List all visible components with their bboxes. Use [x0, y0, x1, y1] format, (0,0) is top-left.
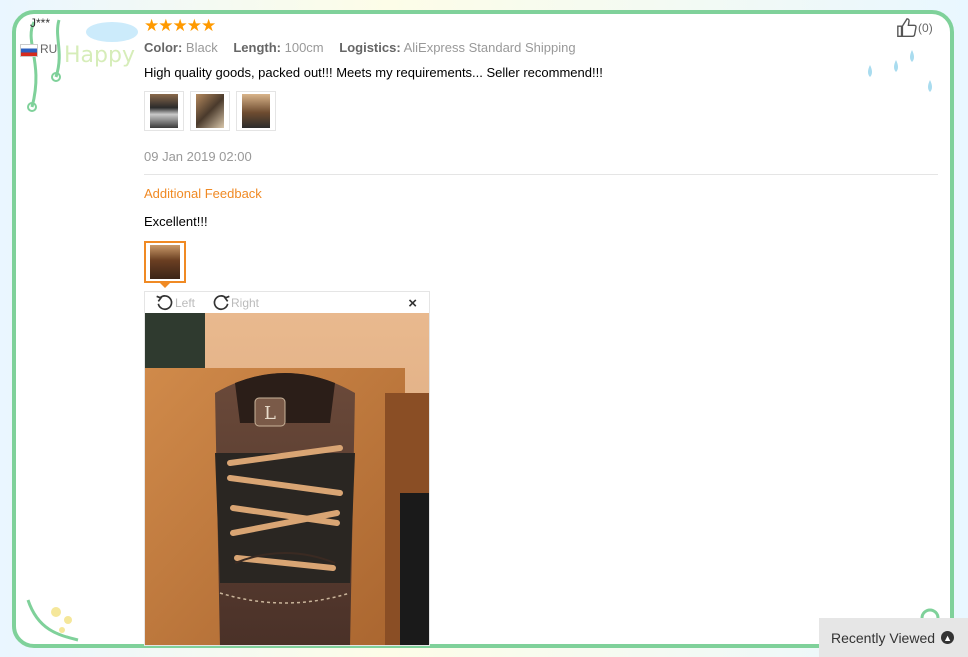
close-viewer-button[interactable]: × [408, 295, 417, 312]
attr-length-label: Length: [233, 40, 281, 55]
recently-viewed-label: Recently Viewed [831, 629, 936, 646]
reviewer-country: RU [40, 42, 58, 56]
recently-viewed-tab[interactable]: Recently Viewed ▲ [819, 618, 968, 657]
attr-color-label: Color: [144, 40, 183, 55]
star-rating: ★★★★★ [144, 16, 216, 35]
reviewer-name: J*** [30, 16, 51, 30]
attr-logistics-value: AliExpress Standard Shipping [403, 40, 576, 55]
attr-logistics-label: Logistics: [339, 40, 401, 55]
additional-photo-thumbnail-selected[interactable] [144, 241, 186, 283]
photo-viewer: Left Right × L [144, 291, 430, 646]
additional-feedback-text: Excellent!!! [144, 214, 208, 229]
review-container: J*** RU ★★★★★ Color: Black Length: 100cm… [0, 0, 968, 657]
rotate-left-label: Left [175, 296, 196, 310]
russia-flag-icon [20, 44, 38, 57]
thumbs-up-icon [897, 18, 917, 37]
rotate-right-icon [213, 295, 230, 310]
review-photo-thumbnail[interactable] [236, 91, 276, 131]
review-photo-list [144, 91, 276, 131]
shoe-photo: L [145, 313, 429, 645]
rotate-left-button[interactable]: Left [155, 293, 195, 313]
review-text: High quality goods, packed out!!! Meets … [144, 65, 603, 80]
rotate-left-icon [156, 295, 173, 310]
review-photo-thumbnail[interactable] [190, 91, 230, 131]
like-count: 0 [922, 21, 929, 35]
like-button[interactable]: (0) [896, 17, 933, 39]
review-date: 09 Jan 2019 02:00 [144, 149, 252, 164]
additional-feedback-heading: Additional Feedback [144, 186, 262, 201]
attr-length-value: 100cm [284, 40, 324, 55]
selected-caret-icon [159, 282, 171, 288]
photo-viewer-toolbar: Left Right × [145, 292, 429, 313]
rotate-right-label: Right [231, 296, 260, 310]
chevron-up-icon: ▲ [941, 631, 955, 644]
product-attributes: Color: Black Length: 100cm Logistics: Al… [144, 40, 576, 55]
review-photo-thumbnail[interactable] [144, 91, 184, 131]
rotate-right-button[interactable]: Right [211, 293, 259, 313]
divider [144, 174, 938, 175]
svg-text:L: L [264, 403, 276, 424]
attr-color-value: Black [185, 40, 218, 55]
